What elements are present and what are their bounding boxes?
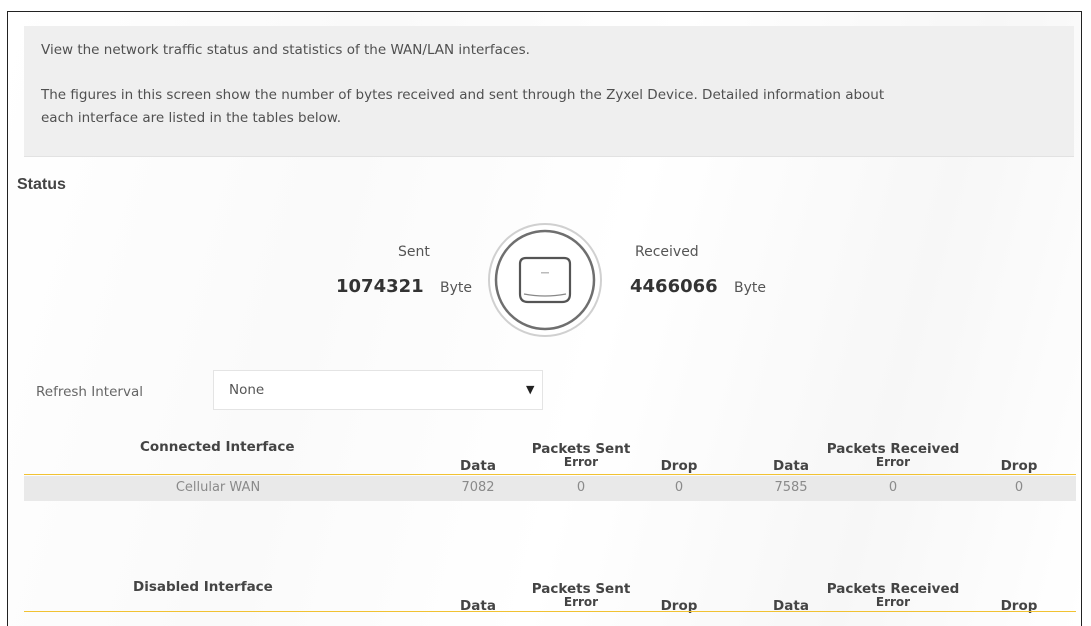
- received-unit: Byte: [734, 280, 766, 296]
- row-interface-name: Cellular WAN: [175, 480, 261, 495]
- content-frame: View the network traffic status and stat…: [7, 11, 1082, 626]
- sent-data-header: Data: [460, 458, 496, 474]
- refresh-interval-label: Refresh Interval: [36, 384, 143, 400]
- row-recv-error: 0: [888, 480, 898, 495]
- recv-drop-header: Drop: [1000, 458, 1038, 474]
- connected-header-divider: [24, 474, 1076, 475]
- disabled-sent-error-header: Error: [563, 595, 599, 609]
- received-label: Received: [635, 244, 699, 260]
- refresh-interval-select[interactable]: None ▼: [213, 370, 543, 410]
- row-sent-data: 7082: [461, 480, 495, 495]
- row-recv-drop: 0: [1014, 480, 1024, 495]
- sent-drop-header: Drop: [660, 458, 698, 474]
- figure-caption-clipped: [0, 0, 1091, 9]
- row-recv-data: 7585: [774, 480, 808, 495]
- received-value: 4466066: [630, 276, 718, 297]
- row-sent-drop: 0: [674, 480, 684, 495]
- sent-value: 1074321: [336, 276, 424, 297]
- sent-unit: Byte: [440, 280, 472, 296]
- sent-error-header: Error: [563, 455, 599, 469]
- intro-line-1: View the network traffic status and stat…: [41, 42, 530, 58]
- intro-line-3: each interface are listed in the tables …: [41, 110, 342, 126]
- disabled-interface-header: Disabled Interface: [133, 579, 273, 595]
- disabled-header-divider: [24, 611, 1076, 612]
- recv-data-header: Data: [773, 458, 809, 474]
- status-section-title: Status: [17, 176, 66, 193]
- sent-label: Sent: [398, 244, 430, 260]
- recv-error-header: Error: [875, 455, 911, 469]
- intro-line-2: The figures in this screen show the numb…: [41, 87, 885, 103]
- intro-panel: View the network traffic status and stat…: [24, 26, 1074, 157]
- disabled-recv-error-header: Error: [875, 595, 911, 609]
- router-device-icon: [487, 222, 603, 338]
- refresh-interval-value: None: [229, 382, 265, 398]
- connected-interface-header: Connected Interface: [140, 439, 295, 455]
- row-sent-error: 0: [576, 480, 586, 495]
- chevron-down-icon: ▼: [526, 383, 535, 396]
